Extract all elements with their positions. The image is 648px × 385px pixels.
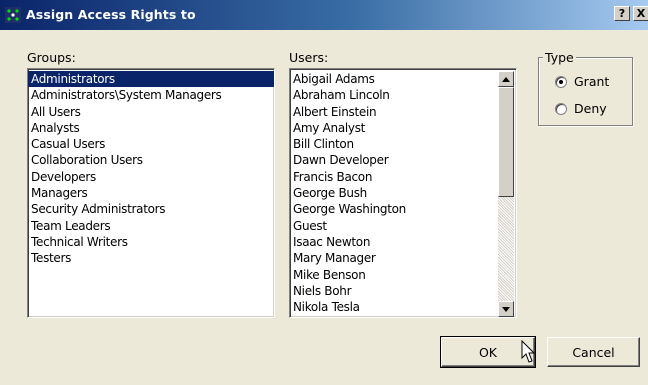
user-item[interactable]: Albert Einstein — [290, 104, 516, 120]
deny-label: Deny — [574, 101, 607, 116]
user-item[interactable]: Dawn Developer — [290, 152, 516, 168]
user-item[interactable]: Niels Bohr — [290, 283, 516, 299]
group-item[interactable]: Analysts — [28, 120, 274, 136]
type-label: Type — [543, 50, 576, 65]
group-item[interactable]: Casual Users — [28, 136, 274, 152]
groups-list: Administrators Administrators\System Man… — [28, 69, 274, 267]
user-item[interactable]: Bill Clinton — [290, 136, 516, 152]
user-item[interactable]: Guest — [290, 218, 516, 234]
user-item[interactable]: Amy Analyst — [290, 120, 516, 136]
deny-radio[interactable] — [555, 102, 567, 115]
user-item[interactable]: Nikola Tesla — [290, 299, 516, 315]
grant-radio[interactable] — [555, 75, 567, 88]
scroll-down-arrow-icon — [502, 306, 510, 312]
mouse-pointer-icon — [521, 340, 535, 363]
group-item[interactable]: Administrators — [28, 71, 274, 88]
groups-listbox[interactable]: Administrators Administrators\System Man… — [27, 68, 275, 318]
users-listbox[interactable]: Abigail Adams Abraham Lincoln Albert Ein… — [289, 68, 517, 318]
grant-radio-option[interactable]: Grant — [555, 74, 609, 89]
close-button[interactable]: X — [633, 6, 648, 21]
title-bar[interactable]: Assign Access Rights to ? X — [0, 0, 648, 30]
help-button[interactable]: ? — [614, 6, 630, 21]
user-item[interactable]: Mike Benson — [290, 267, 516, 283]
grant-label: Grant — [574, 74, 610, 89]
scroll-thumb[interactable] — [498, 87, 514, 197]
window-title: Assign Access Rights to — [26, 7, 196, 22]
user-item[interactable]: Isaac Newton — [290, 234, 516, 250]
user-item[interactable]: Abigail Adams — [290, 71, 516, 87]
users-list: Abigail Adams Abraham Lincoln Albert Ein… — [290, 69, 516, 315]
user-item[interactable]: George Washington — [290, 201, 516, 217]
user-item[interactable]: George Bush — [290, 185, 516, 201]
users-label: Users: — [289, 50, 329, 65]
group-item[interactable]: Security Administrators — [28, 201, 274, 217]
group-item[interactable]: Collaboration Users — [28, 152, 274, 168]
deny-radio-option[interactable]: Deny — [555, 101, 607, 116]
group-item[interactable]: Testers — [28, 250, 274, 266]
group-item[interactable]: Team Leaders — [28, 218, 274, 234]
group-item[interactable]: Managers — [28, 185, 274, 201]
scroll-up-arrow-icon — [502, 76, 510, 82]
groups-label: Groups: — [27, 50, 76, 65]
group-item[interactable]: Developers — [28, 169, 274, 185]
user-item[interactable]: Abraham Lincoln — [290, 87, 516, 103]
group-item[interactable]: Technical Writers — [28, 234, 274, 250]
user-item[interactable]: Francis Bacon — [290, 169, 516, 185]
users-scrollbar[interactable] — [498, 71, 514, 317]
type-groupbox: Type Grant Deny — [538, 50, 633, 126]
group-item[interactable]: Administrators\System Managers — [28, 87, 274, 103]
app-icon — [5, 7, 21, 23]
scroll-up-button[interactable] — [498, 71, 514, 87]
cancel-button[interactable]: Cancel — [547, 337, 640, 367]
group-item[interactable]: All Users — [28, 104, 274, 120]
user-item[interactable]: Mary Manager — [290, 250, 516, 266]
scroll-down-button[interactable] — [498, 301, 514, 317]
